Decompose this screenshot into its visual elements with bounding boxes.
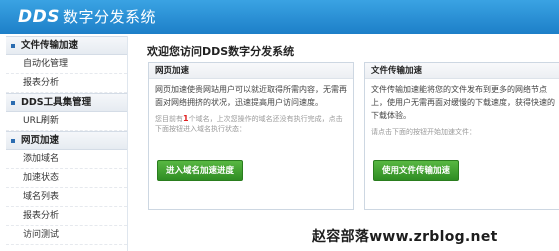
sidebar-item-access-test[interactable]: 访问测试 [6, 226, 127, 245]
sidebar-item-automation[interactable]: 自动化管理 [6, 55, 127, 74]
sidebar-section-web-acceleration[interactable]: 网页加速 [6, 131, 127, 150]
square-bullet-icon [11, 100, 15, 105]
sidebar-item-report-analysis[interactable]: 报表分析 [6, 74, 127, 93]
square-bullet-icon [11, 138, 15, 143]
sidebar-section-title: 文件传输加速 [21, 40, 79, 51]
sidebar-item-report-analysis-web[interactable]: 报表分析 [6, 207, 127, 226]
app-header: DDS 数字分发系统 [0, 0, 559, 34]
panel-note: 请点击下面的按钮开始加速文件： [371, 128, 476, 136]
web-acceleration-panel: 网页加速 网页加速使贵网站用户可以就近取得所需内容，无需再面对网络拥挤的状况，迅… [148, 62, 354, 210]
note-prefix: 您目前有 [155, 115, 183, 123]
domain-progress-button[interactable]: 进入域名加速进度 [157, 160, 244, 181]
sidebar-section-file-transfer[interactable]: 文件传输加速 [6, 36, 127, 55]
sidebar-item-acceleration-status[interactable]: 加速状态 [6, 169, 127, 188]
sidebar-section-title: DDS工具集管理 [21, 97, 92, 108]
logo-subtitle: 数字分发系统 [62, 8, 156, 26]
panel-description: 文件传输加速能将您的文件发布到更多的网络节点上，使用户无需再面对缓慢的下载速度，… [371, 85, 555, 120]
page-title: 欢迎您访问DDS数字分发系统 [147, 45, 295, 58]
sidebar-item-url-refresh[interactable]: URL刷新 [6, 112, 127, 131]
sidebar: 文件传输加速 自动化管理 报表分析 DDS工具集管理 URL刷新 网页加速 添加… [6, 36, 128, 251]
sidebar-item-domain-list[interactable]: 域名列表 [6, 188, 127, 207]
panel-note: 您目前有1个域名，上次您操作的域名还没有执行完成，点击下面按钮进入域名执行状态： [149, 109, 353, 134]
sidebar-section-title: 网页加速 [21, 135, 60, 146]
file-transfer-button[interactable]: 使用文件传输加速 [373, 160, 460, 181]
panel-title: 文件传输加速 [365, 63, 559, 79]
logo-text: DDS [18, 7, 60, 27]
sidebar-item-add-domain[interactable]: 添加域名 [6, 150, 127, 169]
panel-description: 网页加速使贵网站用户可以就近取得所需内容，无需再面对网络拥挤的状况，迅速提高用户… [155, 85, 347, 107]
main-content: 欢迎您访问DDS数字分发系统 网页加速 网页加速使贵网站用户可以就近取得所需内容… [140, 36, 559, 251]
sidebar-section-dds-tools[interactable]: DDS工具集管理 [6, 93, 127, 112]
watermark-text: 赵容部落www.zrblog.net [312, 229, 498, 245]
panel-title: 网页加速 [149, 63, 353, 79]
square-bullet-icon [11, 43, 15, 48]
app-logo: DDS 数字分发系统 [18, 6, 156, 27]
file-transfer-panel: 文件传输加速 文件传输加速能将您的文件发布到更多的网络节点上，使用户无需再面对缓… [364, 62, 559, 210]
